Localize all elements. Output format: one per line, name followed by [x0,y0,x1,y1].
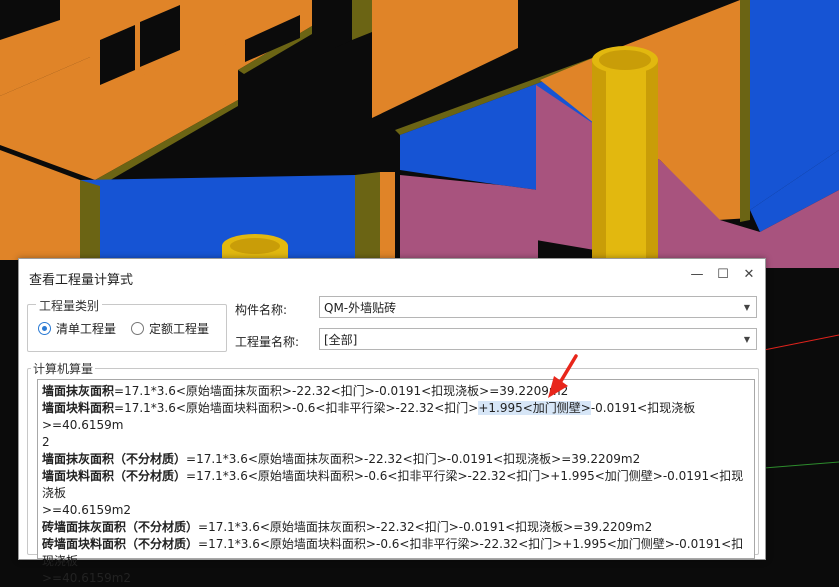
radio-unchecked-icon [131,322,144,335]
formula-line: 砖墙面块料面积（不分材质）=17.1*3.6<原始墙面块料面积>-0.6<扣非平… [42,537,744,568]
dropdown-arrow-icon: ▼ [743,303,750,312]
component-name-select[interactable]: QM-外墙贴砖 ▼ [319,296,757,318]
formula-line: 砖墙面抹灰面积（不分材质）=17.1*3.6<原始墙面抹灰面积>-22.32<扣… [42,520,653,534]
annotation-arrow-icon [548,354,578,398]
close-button[interactable]: ✕ [737,265,761,285]
formula-line: 墙面块料面积（不分材质）=17.1*3.6<原始墙面块料面积>-0.6<扣非平行… [42,469,744,500]
formula-line-wrap: 2 [42,435,50,449]
radio-checked-icon [38,322,51,335]
dialog-title: 查看工程量计算式 [29,273,134,288]
quantity-name-label: 工程量名称: [235,335,300,349]
group-title: 工程量类别 [36,297,103,314]
purple-wall-center [400,175,538,260]
radio-label: 清单工程量 [56,322,117,336]
formula-line-wrap: >=40.6159m2 [42,503,132,517]
blue-floor-left [80,175,355,260]
component-name-label: 构件名称: [235,303,288,317]
formula-line: 墙面块料面积=17.1*3.6<原始墙面块料面积>-0.6<扣非平行梁>-22.… [42,401,696,432]
computed-quantity-title: 计算机算量 [31,360,96,377]
quantity-name-select[interactable]: [全部] ▼ [319,328,757,350]
minimize-button[interactable]: — [685,265,709,285]
component-name-value: QM-外墙贴砖 [324,301,397,315]
calculation-formula-dialog: 查看工程量计算式 — ☐ ✕ 工程量类别 清单工程量 定额工程量 构件名称: Q… [18,258,766,585]
radio-quota-quantity[interactable]: 定额工程量 [131,321,209,337]
dropdown-arrow-icon: ▼ [743,335,750,344]
formula-line-wrap: >=40.6159m2 [42,571,132,585]
quantity-category-group: 工程量类别 清单工程量 定额工程量 [27,297,227,352]
formula-line: 墙面抹灰面积=17.1*3.6<原始墙面抹灰面积>-22.32<扣门>-0.01… [42,384,569,398]
radio-label: 定额工程量 [149,322,210,336]
maximize-button[interactable]: ☐ [711,265,735,285]
quantity-name-value: [全部] [324,333,358,347]
radio-bill-quantity[interactable]: 清单工程量 [38,321,116,337]
formula-textbox[interactable]: 墙面抹灰面积=17.1*3.6<原始墙面抹灰面积>-22.32<扣门>-0.01… [37,379,755,585]
formula-line: 墙面抹灰面积（不分材质）=17.1*3.6<原始墙面抹灰面积>-22.32<扣门… [42,452,641,466]
